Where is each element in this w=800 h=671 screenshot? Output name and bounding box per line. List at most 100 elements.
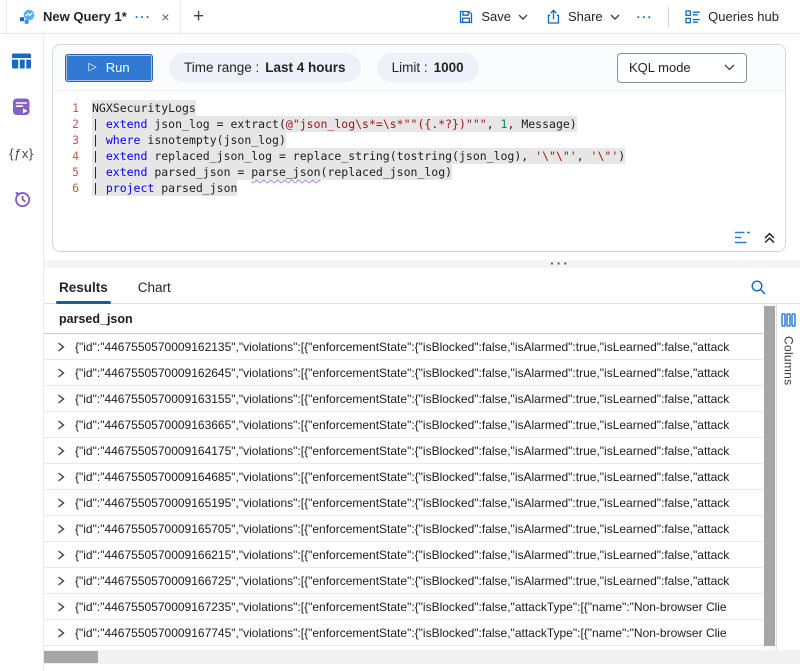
time-range-picker[interactable]: Time range : Last 4 hours: [169, 53, 361, 82]
results-grid: parsed_json {"id":"4467550570009162135",…: [44, 304, 763, 650]
table-row[interactable]: {"id":"4467550570009162645","violations"…: [44, 360, 763, 386]
code-line[interactable]: 2| extend json_log = extract(@"json_log\…: [53, 116, 785, 132]
content-area: ▷ Run Time range : Last 4 hours Limit : …: [44, 34, 800, 671]
horizontal-scrollbar-thumb[interactable]: [44, 651, 98, 663]
function-icon: {ƒx}: [9, 146, 33, 161]
line-number: 3: [55, 132, 92, 148]
code-editor[interactable]: 1NGXSecurityLogs2| extend json_log = ext…: [53, 91, 785, 196]
sidebar-item-saved-queries[interactable]: [9, 94, 35, 120]
bottom-gap: [44, 664, 800, 671]
queries-hub-button[interactable]: Queries hub: [676, 9, 788, 24]
table-row[interactable]: {"id":"4467550570009167235","violations"…: [44, 594, 763, 620]
code-line[interactable]: 5| extend parsed_json = parse_json(repla…: [53, 164, 785, 180]
row-json-text: {"id":"4467550570009166725","violations"…: [75, 574, 729, 588]
more-options-button[interactable]: ···: [629, 10, 662, 24]
splitter-handle-dots[interactable]: ···: [550, 255, 570, 271]
query-toolbar: ▷ Run Time range : Last 4 hours Limit : …: [53, 45, 785, 91]
table-icon: [11, 52, 32, 70]
selected-code-text: NGXSecurityLogs: [92, 100, 196, 116]
line-number: 6: [55, 180, 92, 196]
table-row[interactable]: {"id":"4467550570009165705","violations"…: [44, 516, 763, 542]
time-range-value: Last 4 hours: [265, 60, 345, 75]
adx-query-icon: [19, 9, 35, 25]
tab-more-icon[interactable]: ···: [135, 10, 152, 24]
editor-empty-space[interactable]: [53, 196, 785, 223]
tab-chart[interactable]: Chart: [138, 271, 171, 303]
results-tab-bar: Results Chart: [44, 271, 800, 304]
line-number: 4: [55, 148, 92, 164]
collapse-editor-icon[interactable]: [763, 231, 776, 244]
table-row[interactable]: {"id":"4467550570009166215","violations"…: [44, 542, 763, 568]
play-icon: ▷: [88, 62, 96, 73]
expand-row-icon[interactable]: [57, 394, 65, 404]
vertical-scrollbar-thumb[interactable]: [764, 306, 775, 646]
expand-row-icon[interactable]: [57, 576, 65, 586]
expand-row-icon[interactable]: [57, 602, 65, 612]
code-line[interactable]: 3| where isnotempty(json_log): [53, 132, 785, 148]
column-header-label: parsed_json: [59, 312, 133, 326]
sidebar-item-functions[interactable]: {ƒx}: [9, 140, 35, 166]
chevron-down-icon: [610, 14, 620, 20]
results-panel: Results Chart parsed_json {"id":"4467550…: [44, 271, 800, 671]
save-label: Save: [481, 9, 511, 24]
code-line[interactable]: 6| project parsed_json: [53, 180, 785, 196]
new-tab-button[interactable]: +: [181, 0, 217, 33]
save-button[interactable]: Save: [449, 9, 537, 25]
limit-picker[interactable]: Limit : 1000: [377, 53, 479, 82]
selected-code-text: | where isnotempty(json_log): [92, 132, 286, 148]
vertical-scrollbar[interactable]: [763, 304, 776, 650]
panel-splitter[interactable]: ···: [44, 252, 800, 271]
expand-row-icon[interactable]: [57, 368, 65, 378]
table-row[interactable]: {"id":"4467550570009163155","violations"…: [44, 386, 763, 412]
expand-row-icon[interactable]: [57, 420, 65, 430]
query-mode-value: KQL mode: [629, 60, 691, 75]
tab-chart-label: Chart: [138, 280, 171, 295]
columns-side-panel[interactable]: Columns: [776, 304, 800, 650]
run-label: Run: [106, 60, 130, 75]
run-button[interactable]: ▷ Run: [65, 54, 153, 82]
table-row[interactable]: {"id":"4467550570009165195","violations"…: [44, 490, 763, 516]
expand-row-icon[interactable]: [57, 472, 65, 482]
column-header[interactable]: parsed_json: [44, 304, 763, 334]
sidebar-item-query-history[interactable]: [9, 186, 35, 212]
code-line[interactable]: 1NGXSecurityLogs: [53, 100, 785, 116]
table-row[interactable]: {"id":"4467550570009164175","violations"…: [44, 438, 763, 464]
expand-row-icon[interactable]: [57, 498, 65, 508]
table-row[interactable]: {"id":"4467550570009163665","violations"…: [44, 412, 763, 438]
sidebar-item-tables[interactable]: [9, 48, 35, 74]
row-json-text: {"id":"4467550570009163665","violations"…: [75, 418, 729, 432]
editor-footer: [53, 223, 785, 251]
table-row[interactable]: {"id":"4467550570009167745","violations"…: [44, 620, 763, 646]
tab-title: New Query 1*: [43, 9, 127, 24]
search-icon[interactable]: [750, 279, 767, 296]
code-line[interactable]: 4| extend replaced_json_log = replace_st…: [53, 148, 785, 164]
expand-row-icon[interactable]: [57, 342, 65, 352]
tab-close-icon[interactable]: ×: [161, 9, 169, 25]
expand-row-icon[interactable]: [57, 524, 65, 534]
horizontal-scrollbar[interactable]: [44, 650, 800, 664]
share-button[interactable]: Share: [537, 9, 629, 25]
query-mode-dropdown[interactable]: KQL mode: [617, 53, 747, 83]
tab-results[interactable]: Results: [59, 271, 108, 303]
tab-results-label: Results: [59, 280, 108, 295]
query-tab[interactable]: New Query 1* ··· ×: [6, 0, 181, 33]
table-row[interactable]: {"id":"4467550570009164685","violations"…: [44, 464, 763, 490]
expand-row-icon[interactable]: [57, 550, 65, 560]
expand-row-icon[interactable]: [57, 628, 65, 638]
line-number: 5: [55, 164, 92, 180]
chevron-down-icon: [724, 64, 735, 71]
text-lines-icon[interactable]: [734, 231, 751, 244]
row-json-text: {"id":"4467550570009163155","violations"…: [75, 392, 729, 406]
limit-value: 1000: [434, 60, 464, 75]
table-row[interactable]: {"id":"4467550570009166725","violations"…: [44, 568, 763, 594]
row-json-text: {"id":"4467550570009162135","violations"…: [75, 340, 729, 354]
tab-bar-actions: Save Share ···: [449, 0, 800, 33]
table-row[interactable]: {"id":"4467550570009162135","violations"…: [44, 334, 763, 360]
splitter-bar[interactable]: ···: [44, 260, 800, 268]
history-clock-icon: [12, 189, 32, 209]
line-number: 2: [55, 116, 92, 132]
share-label: Share: [568, 9, 603, 24]
expand-row-icon[interactable]: [57, 446, 65, 456]
divider: [668, 7, 669, 27]
row-json-text: {"id":"4467550570009162645","violations"…: [75, 366, 729, 380]
